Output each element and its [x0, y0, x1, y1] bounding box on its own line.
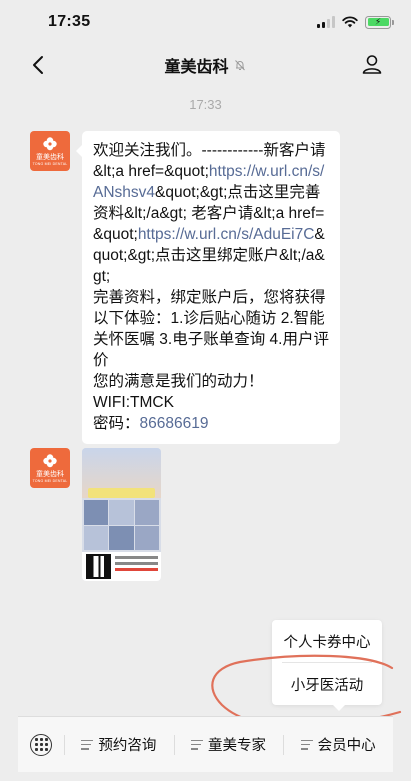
avatar[interactable]: 童美齿科 TONG MEI DENTAL [30, 131, 70, 171]
status-icons: ⚡ [317, 15, 394, 29]
menu-tab-appointment[interactable]: 预约咨询 [64, 717, 174, 773]
message-paragraph-2: 完善资料，绑定账户后，您将获得以下体验：1.诊后贴心随访 2.智能关怀医嘱 3.… [93, 289, 329, 369]
tooth-logo-icon [43, 137, 57, 151]
menu-tab-label: 预约咨询 [98, 738, 157, 754]
nav-title-group: 童美齿科 [164, 53, 246, 77]
cellular-signal-icon [317, 16, 335, 28]
avatar-name-en: TONG MEI DENTAL [32, 479, 68, 483]
back-icon[interactable] [28, 54, 50, 76]
password-label: 密码： [93, 415, 140, 432]
poster-footer [82, 552, 161, 581]
tooth-logo-icon [43, 454, 57, 468]
status-bar: 17:35 ⚡ [0, 0, 411, 44]
avatar-name-en: TONG MEI DENTAL [32, 162, 68, 166]
menu-list-icon [191, 739, 203, 751]
battery-charging-icon: ⚡ [365, 15, 394, 29]
poster-photo-grid [84, 500, 159, 550]
avatar-name: 童美齿科 [36, 154, 64, 161]
menu-tab-experts[interactable]: 童美专家 [173, 717, 284, 773]
submenu-popup: 个人卡券中心 小牙医活动 [272, 620, 382, 711]
avatar-name: 童美齿科 [36, 471, 64, 478]
menu-list-icon [81, 739, 94, 751]
wifi-icon [342, 16, 358, 28]
mute-bell-icon [234, 60, 245, 71]
message-paragraph-1: 欢迎关注我们。------------新客户请&lt;a href=&quot;… [93, 140, 329, 287]
image-message-poster[interactable] [82, 448, 161, 581]
qr-code-icon [86, 554, 111, 579]
submenu-item-little-dentist[interactable]: 小牙医活动 [272, 663, 382, 705]
poster-banner [88, 488, 155, 498]
keyboard-icon [30, 733, 52, 756]
bottom-menu-bar: 预约咨询 童美专家 会员中心 [18, 716, 393, 772]
chat-title: 童美齿科 [164, 59, 229, 76]
submenu-item-coupon-center[interactable]: 个人卡券中心 [272, 620, 382, 662]
menu-tab-label: 会员中心 [317, 738, 376, 754]
message-password: 密码：86686619 [93, 413, 329, 434]
menu-list-icon [300, 739, 313, 751]
message-wifi: WIFI:TMCK [93, 394, 174, 411]
status-time: 17:35 [48, 13, 91, 30]
nav-bar: 童美齿科 [0, 44, 411, 86]
text-message-bubble[interactable]: 欢迎关注我们。------------新客户请&lt;a href=&quot;… [76, 131, 340, 444]
keyboard-toggle-button[interactable] [18, 717, 64, 773]
menu-tab-member-center[interactable]: 会员中心 [283, 717, 393, 773]
avatar[interactable]: 童美齿科 TONG MEI DENTAL [30, 448, 70, 488]
message-timestamp: 17:33 [189, 97, 222, 112]
message-paragraph-3: 您的满意是我们的动力！ [93, 373, 264, 390]
poster-footer-text [115, 556, 158, 574]
user-profile-icon[interactable] [361, 53, 383, 75]
password-value[interactable]: 86686619 [140, 415, 209, 432]
message-link-old-customer[interactable]: https://w.url.cn/s/AduEi7C [138, 226, 315, 243]
menu-tab-label: 童美专家 [208, 738, 266, 754]
